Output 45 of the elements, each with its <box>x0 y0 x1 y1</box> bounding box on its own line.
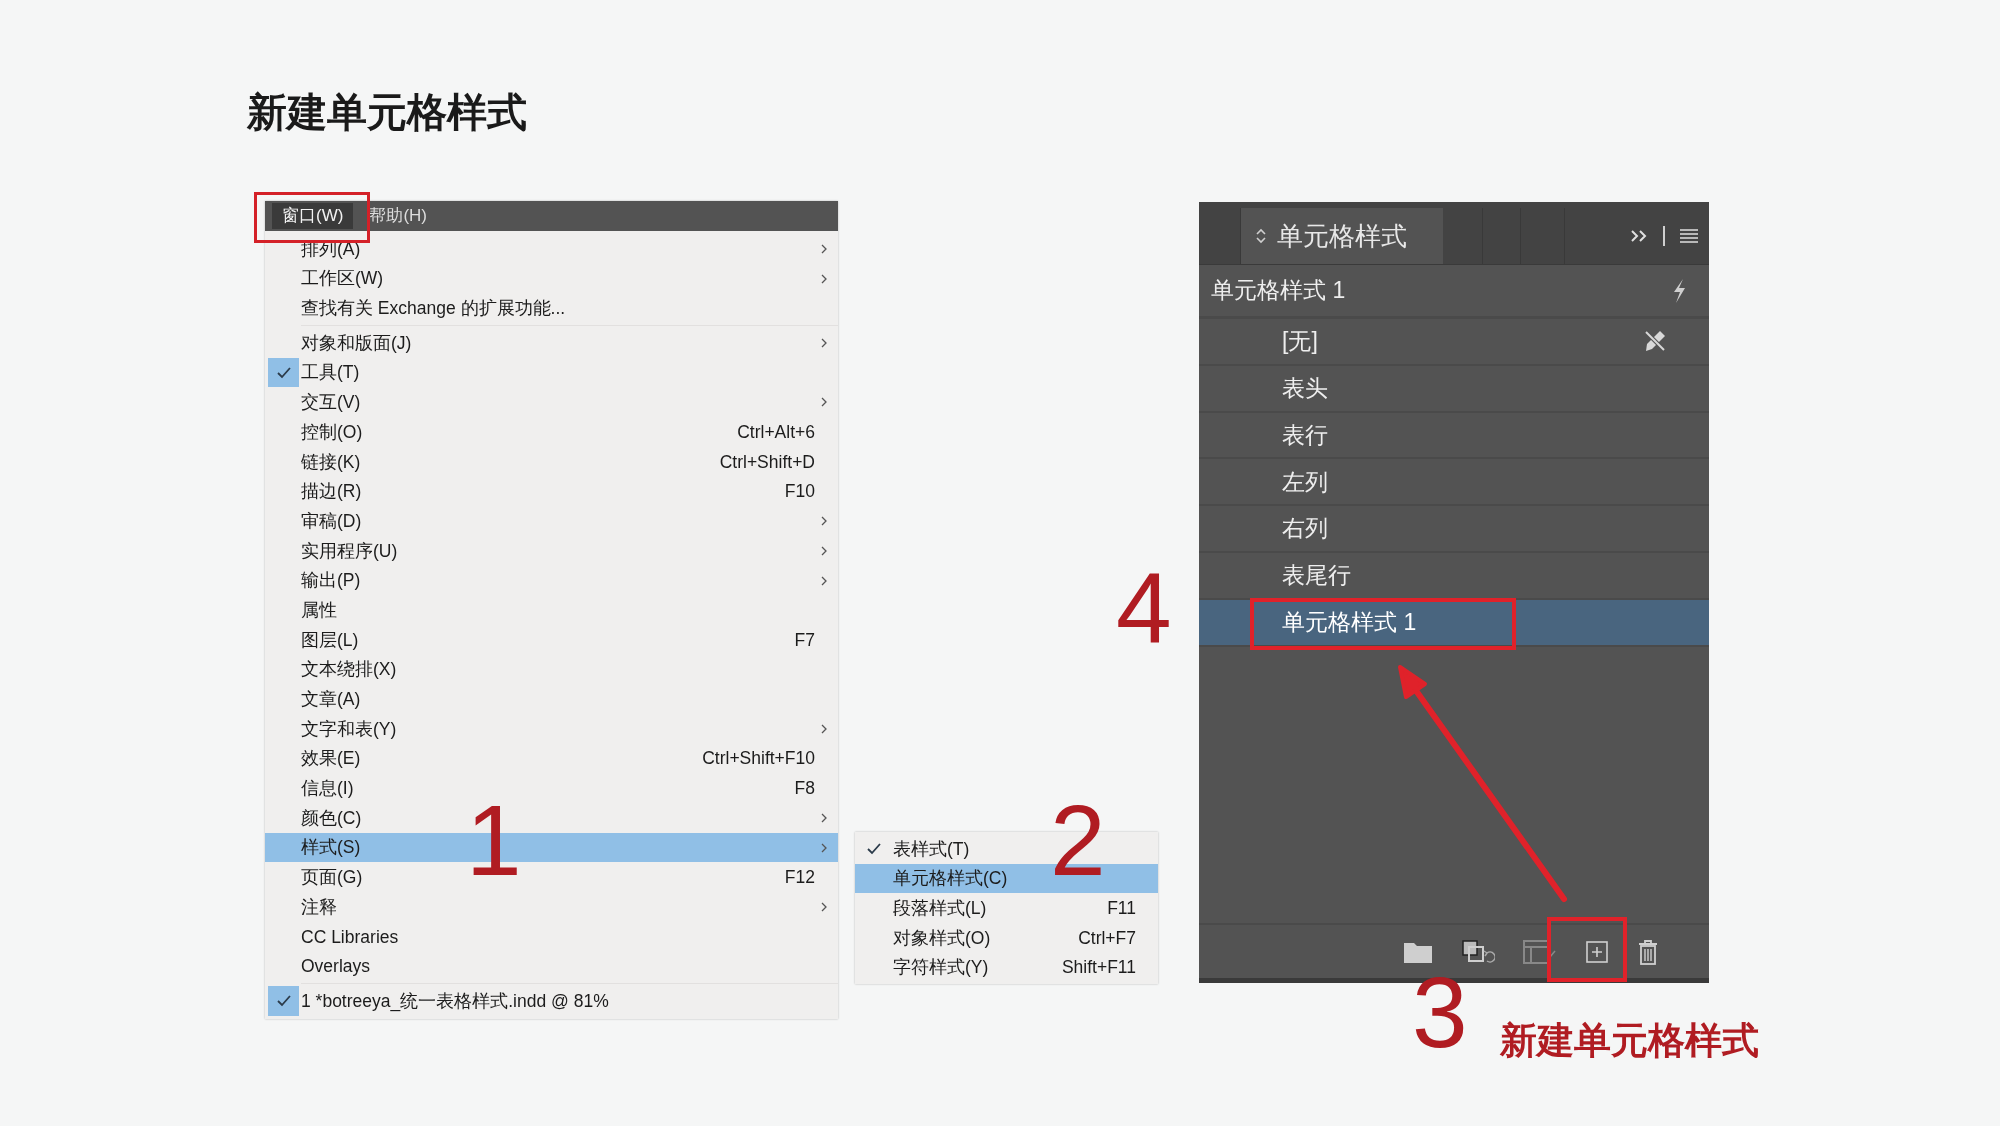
menu-item[interactable]: 段落样式(L) F11 <box>855 893 1158 924</box>
menu-item[interactable]: 实用程序(U) <box>265 535 838 566</box>
menu-item[interactable]: 1 *botreeya_统一表格样式.indd @ 81% <box>265 986 838 1016</box>
menu-item[interactable]: 图层(L) F7 <box>265 624 838 655</box>
panel-tab[interactable]: 单元格样式 <box>1241 208 1443 264</box>
menu-bar-item[interactable]: 窗口(W) <box>272 203 354 229</box>
new-item-icon[interactable] <box>1585 939 1609 964</box>
menu-item[interactable]: 查找有关 Exchange 的扩展功能... <box>265 293 838 324</box>
menu-item[interactable]: 描边(R) F10 <box>265 476 838 507</box>
style-list-item[interactable]: [无] <box>1199 319 1709 366</box>
menu-item[interactable]: 对象样式(O) Ctrl+F7 <box>855 923 1158 953</box>
caption: 新建单元格样式 <box>1500 1022 1759 1059</box>
page-title: 新建单元格样式 <box>247 92 527 132</box>
menu-bar-item[interactable]: 帮助(H) <box>359 203 437 229</box>
style-list-item[interactable]: 表行 <box>1199 412 1709 460</box>
menu-item[interactable]: 文本绕排(X) <box>265 654 838 685</box>
menu-item[interactable]: 工具(T) <box>265 357 838 388</box>
menu-item[interactable]: Overlays <box>265 951 838 982</box>
menu-item[interactable]: 注释 <box>265 892 838 922</box>
menu-item[interactable]: 审稿(D) <box>265 506 838 536</box>
menu-item[interactable]: 属性 <box>265 595 838 625</box>
style-list-item[interactable]: 单元格样式 1 <box>1199 599 1709 647</box>
style-list-item[interactable]: 左列 <box>1199 459 1709 507</box>
menu-item[interactable]: 链接(K) Ctrl+Shift+D <box>265 446 838 477</box>
style-list-item[interactable]: 右列 <box>1199 506 1709 553</box>
step-number: 3 <box>1412 962 1468 1062</box>
expand-chevrons-icon[interactable] <box>1629 228 1649 244</box>
menu-item[interactable]: 控制(O) Ctrl+Alt+6 <box>265 417 838 447</box>
menu-item[interactable]: 交互(V) <box>265 387 838 418</box>
menu-icon[interactable] <box>1679 228 1699 244</box>
trash-icon[interactable] <box>1637 938 1659 965</box>
menu-item[interactable]: 工作区(W) <box>265 263 838 294</box>
menu-item[interactable]: 对象和版面(J) <box>265 328 838 358</box>
menu-item[interactable]: 输出(P) <box>265 565 838 596</box>
step-number: 4 <box>1116 558 1172 658</box>
crossed-pencil-icon <box>1643 329 1667 354</box>
menu-item[interactable]: 文章(A) <box>265 684 838 714</box>
menu-item[interactable]: 字符样式(Y) Shift+F11 <box>855 952 1158 983</box>
up-down-icon <box>1255 227 1267 245</box>
menu-item[interactable]: 文字和表(Y) <box>265 714 838 744</box>
style-list-item[interactable]: 表头 <box>1199 365 1709 413</box>
menu-item[interactable]: CC Libraries <box>265 921 838 952</box>
current-style-label: 单元格样式 1 <box>1211 276 1346 306</box>
menu-item[interactable]: 效果(E) Ctrl+Shift+F10 <box>265 743 838 774</box>
duplicate-squares-icon[interactable] <box>1461 938 1495 965</box>
